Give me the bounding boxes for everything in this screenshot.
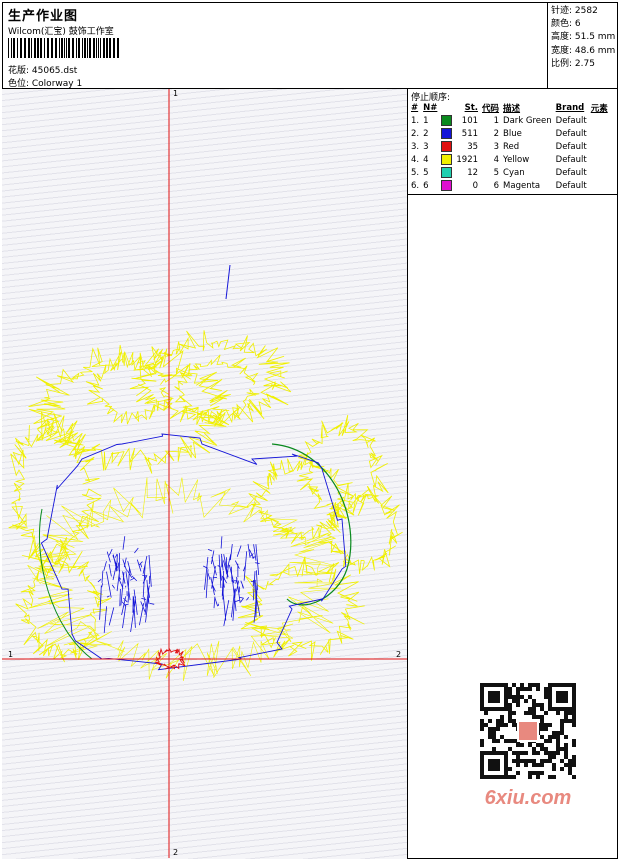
color-swatch xyxy=(441,141,453,152)
row-swatch xyxy=(439,153,454,166)
watermark-text: 6xiu.com xyxy=(484,787,572,809)
row-stitches: 35 xyxy=(467,141,479,152)
design-scale: 比例: 2.75 xyxy=(551,58,595,69)
row-description: Cyan xyxy=(503,167,525,178)
row-swatch xyxy=(439,127,454,140)
barcode xyxy=(8,38,119,58)
row-brand: Default xyxy=(555,115,587,126)
row-brand: Default xyxy=(555,180,587,191)
table-row: 2. 2 511 2 Blue Default xyxy=(409,127,610,140)
axis-label-left: 1 xyxy=(8,650,14,659)
row-description: Magenta xyxy=(503,180,541,191)
row-needle: 4 xyxy=(423,154,429,165)
design-preview-canvas: 1 2 1 2 xyxy=(2,89,408,859)
col-header-description: 描述 xyxy=(503,103,521,114)
row-swatch xyxy=(439,114,454,127)
row-brand: Default xyxy=(555,141,587,152)
color-swatch xyxy=(441,115,453,126)
row-code: 6 xyxy=(493,180,500,191)
row-stitches: 0 xyxy=(472,180,479,191)
col-header-stitches: St. xyxy=(464,102,479,113)
blue-stitches xyxy=(40,264,347,671)
row-stitches: 101 xyxy=(461,115,479,126)
col-header-code: 代码 xyxy=(482,103,500,114)
color-swatch xyxy=(441,154,453,165)
stop-sequence-panel: 停止顺序: # N# St. 代码 描述 Brand 元素 1. 1 101 1 Dar… xyxy=(408,89,618,195)
table-row: 5. 5 12 5 Cyan Default xyxy=(409,166,610,179)
company-name: Wilcom(汇宝) 鼓饰工作室 xyxy=(8,27,114,37)
row-swatch xyxy=(439,140,454,153)
row-code: 1 xyxy=(493,115,500,126)
row-description: Red xyxy=(503,141,520,152)
stitch-count: 针迹: 2582 xyxy=(551,6,598,16)
row-index: 6. xyxy=(411,180,420,191)
row-index: 5. xyxy=(411,167,420,178)
row-brand: Default xyxy=(555,128,587,139)
row-swatch xyxy=(439,166,454,179)
color-swatch xyxy=(441,167,453,178)
row-needle: 5 xyxy=(423,167,429,178)
row-index: 3. xyxy=(411,141,420,152)
color-swatch xyxy=(441,128,453,139)
table-row: 1. 1 101 1 Dark Green Default xyxy=(409,114,610,127)
col-header-index: # xyxy=(411,102,419,113)
row-code: 3 xyxy=(493,141,500,152)
row-brand: Default xyxy=(555,154,587,165)
row-stitches: 1921 xyxy=(456,154,479,165)
row-description: Blue xyxy=(503,128,522,139)
sheet-title: 生产作业图 xyxy=(8,9,79,24)
col-header-needle: N# xyxy=(423,102,438,113)
design-stats: 针迹: 2582 颜色: 6 高度: 51.5 mm 宽度: 48.6 mm 比… xyxy=(547,2,618,88)
axis-label-top: 1 xyxy=(173,89,179,98)
row-code: 5 xyxy=(493,167,500,178)
row-needle: 6 xyxy=(423,180,429,191)
row-needle: 2 xyxy=(423,128,429,139)
stop-sequence-table: # N# St. 代码 描述 Brand 元素 1. 1 101 1 Dark Gree… xyxy=(409,101,610,192)
row-brand: Default xyxy=(555,167,587,178)
row-needle: 3 xyxy=(423,141,429,152)
table-row: 3. 3 35 3 Red Default xyxy=(409,140,610,153)
axis-label-bottom: 2 xyxy=(173,848,179,857)
design-height: 高度: 51.5 mm xyxy=(551,32,616,43)
watermark: 6xiu.com xyxy=(470,683,586,815)
row-stitches: 12 xyxy=(467,167,479,178)
table-header-row: # N# St. 代码 描述 Brand 元素 xyxy=(409,101,610,114)
color-swatch xyxy=(441,180,453,191)
col-header-brand: Brand xyxy=(555,102,585,113)
color-count: 颜色: 6 xyxy=(551,19,581,30)
table-row: 6. 6 0 6 Magenta Default xyxy=(409,179,610,192)
row-swatch xyxy=(439,179,454,192)
row-needle: 1 xyxy=(423,115,429,126)
colorway-label: 色位: Colorway 1 xyxy=(8,79,83,89)
row-stitches: 511 xyxy=(461,128,479,139)
row-description: Yellow xyxy=(503,154,530,165)
row-index: 2. xyxy=(411,128,420,139)
table-row: 4. 4 1921 4 Yellow Default xyxy=(409,153,610,166)
axis-label-right: 2 xyxy=(396,650,402,659)
row-description: Dark Green xyxy=(503,115,552,126)
col-header-element: 元素 xyxy=(590,103,608,114)
design-file-label: 花版: 45065.dst xyxy=(8,66,78,76)
yellow-stitches xyxy=(8,330,403,681)
row-code: 2 xyxy=(493,128,500,139)
sheet-header: 生产作业图 Wilcom(汇宝) 鼓饰工作室 花版: 45065.dst 色位:… xyxy=(2,2,618,89)
row-code: 4 xyxy=(493,154,500,165)
embroidery-design xyxy=(2,89,407,858)
row-index: 4. xyxy=(411,154,420,165)
design-width: 宽度: 48.6 mm xyxy=(551,45,616,56)
row-index: 1. xyxy=(411,115,420,126)
qr-code xyxy=(480,683,576,779)
